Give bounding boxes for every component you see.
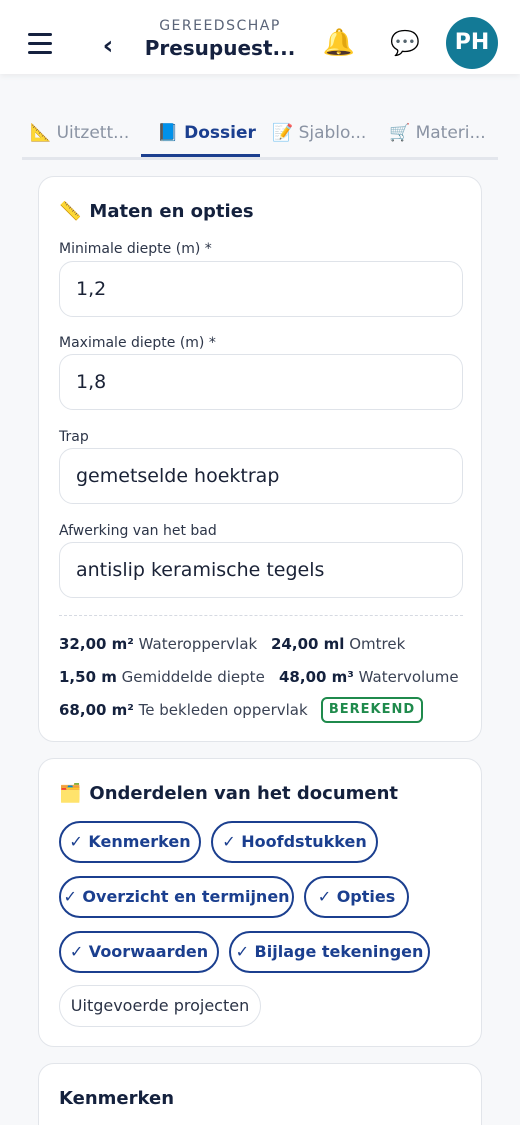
features-card: Kenmerken [38, 1063, 482, 1125]
stat-average-depth: 1,50 m Gemiddelde diepte [59, 668, 265, 686]
dimensions-card: 📏 Maten en opties Minimale diepte (m) * 1… [38, 176, 482, 742]
top-bar: ‹ GEREEDSCHAP Presupuest... 🔔 💬 PH [0, 0, 520, 74]
page-title-group: GEREEDSCHAP Presupuest... [140, 17, 300, 61]
tab-bar: 📐 Uitzett... 📘 Dossier 📝 Sjablo... 🛒 Mat… [22, 112, 498, 160]
chip-bijlage-tekeningen[interactable]: ✓ Bijlage tekeningen [229, 931, 430, 973]
chip-hoofdstukken[interactable]: ✓ Hoofdstukken [211, 821, 378, 863]
finish-label: Afwerking van het bad [59, 523, 217, 539]
card-index-dividers-icon: 🗂️ [59, 783, 82, 804]
menu-icon[interactable] [28, 33, 52, 55]
tab-label: Uitzett... [56, 123, 130, 143]
stairs-input[interactable]: gemetselde hoektrap [59, 448, 463, 504]
tab-dossier[interactable]: 📘 Dossier [157, 112, 256, 157]
stat-cladding-area: 68,00 m² Te bekleden oppervlak [59, 701, 308, 719]
tab-uitzetten[interactable]: 📐 Uitzett... [30, 112, 129, 157]
chip-voorwaarden[interactable]: ✓ Voorwaarden [59, 931, 219, 973]
stat-perimeter: 24,00 ml Omtrek [271, 635, 406, 653]
stat-water-surface: 32,00 m² Wateroppervlak [59, 635, 258, 653]
cart-icon: 🛒 [389, 123, 411, 143]
ruler-triangle-icon: 📐 [30, 123, 52, 143]
book-icon: 📘 [157, 123, 179, 143]
document-sections-title: 🗂️ Onderdelen van het document [59, 783, 399, 804]
chip-uitgevoerde-projecten[interactable]: Uitgevoerde projecten [59, 985, 261, 1027]
user-avatar[interactable]: PH [446, 17, 498, 69]
memo-icon: 📝 [272, 123, 294, 143]
tab-sjablonen[interactable]: 📝 Sjablo... [272, 112, 366, 157]
notifications-bell-icon[interactable]: 🔔 [322, 26, 356, 60]
stat-water-volume: 48,00 m³ Watervolume [279, 668, 459, 686]
page-supertitle: GEREEDSCHAP [159, 18, 281, 34]
page-title: Presupuest... [144, 36, 296, 60]
tab-label: Materi... [415, 123, 486, 143]
min-depth-label: Minimale diepte (m) * [59, 241, 212, 257]
max-depth-input[interactable]: 1,8 [59, 354, 463, 410]
tab-label: Sjablo... [298, 123, 367, 143]
dimensions-title: 📏 Maten en opties [59, 201, 254, 222]
chip-overzicht-en-termijnen[interactable]: ✓ Overzicht en termijnen [59, 876, 294, 918]
features-title: Kenmerken [59, 1088, 175, 1109]
calculated-badge: BEREKEND [321, 697, 423, 723]
back-chevron-icon[interactable]: ‹ [98, 28, 118, 64]
document-sections-card: 🗂️ Onderdelen van het document ✓ Kenmerke… [38, 758, 482, 1047]
finish-input[interactable]: antislip keramische tegels [59, 542, 463, 598]
messages-chat-icon[interactable]: 💬 [388, 26, 422, 60]
max-depth-label: Maximale diepte (m) * [59, 335, 216, 351]
ruler-icon: 📏 [59, 201, 82, 222]
tab-materialen[interactable]: 🛒 Materi... [389, 112, 486, 157]
active-tab-indicator [141, 154, 260, 157]
min-depth-input[interactable]: 1,2 [59, 261, 463, 317]
chip-kenmerken[interactable]: ✓ Kenmerken [59, 821, 201, 863]
stats-divider [59, 615, 463, 616]
chip-opties[interactable]: ✓ Opties [304, 876, 409, 918]
tab-label: Dossier [184, 123, 256, 143]
stairs-label: Trap [59, 429, 89, 445]
